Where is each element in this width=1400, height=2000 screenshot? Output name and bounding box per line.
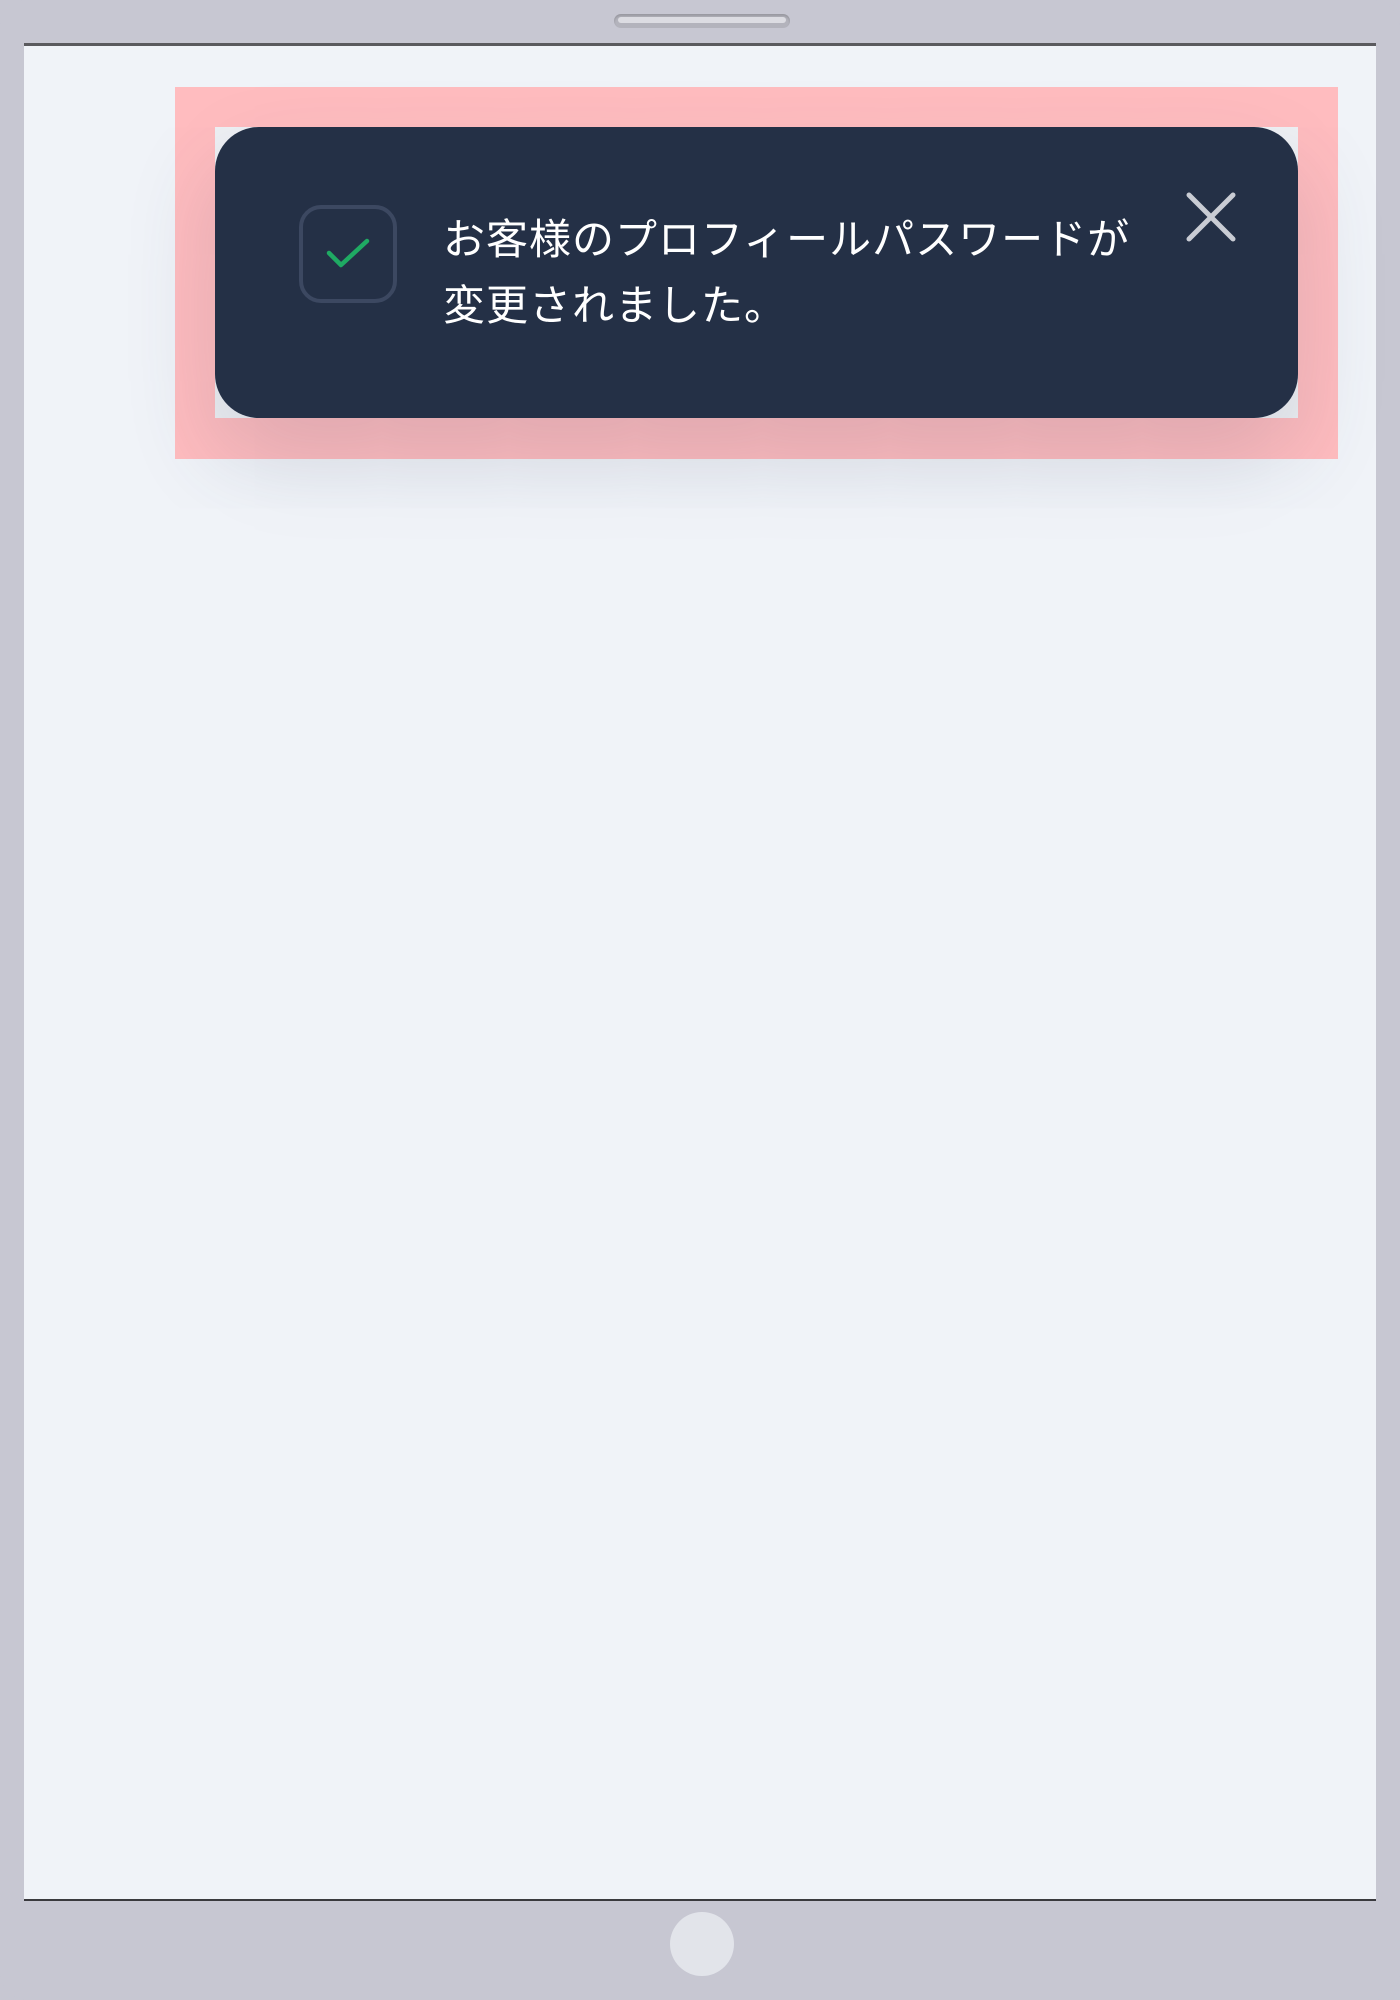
check-icon	[299, 205, 397, 303]
close-icon[interactable]	[1183, 189, 1239, 245]
tablet-frame: お客様のプロフィールパスワードが変更されました。	[0, 0, 1400, 2000]
home-button[interactable]	[670, 1912, 734, 1976]
success-toast: お客様のプロフィールパスワードが変更されました。	[215, 127, 1298, 418]
tablet-speaker	[614, 14, 790, 28]
toast-message: お客様のプロフィールパスワードが変更されました。	[443, 215, 1131, 330]
check-icon-glyph	[326, 238, 370, 268]
